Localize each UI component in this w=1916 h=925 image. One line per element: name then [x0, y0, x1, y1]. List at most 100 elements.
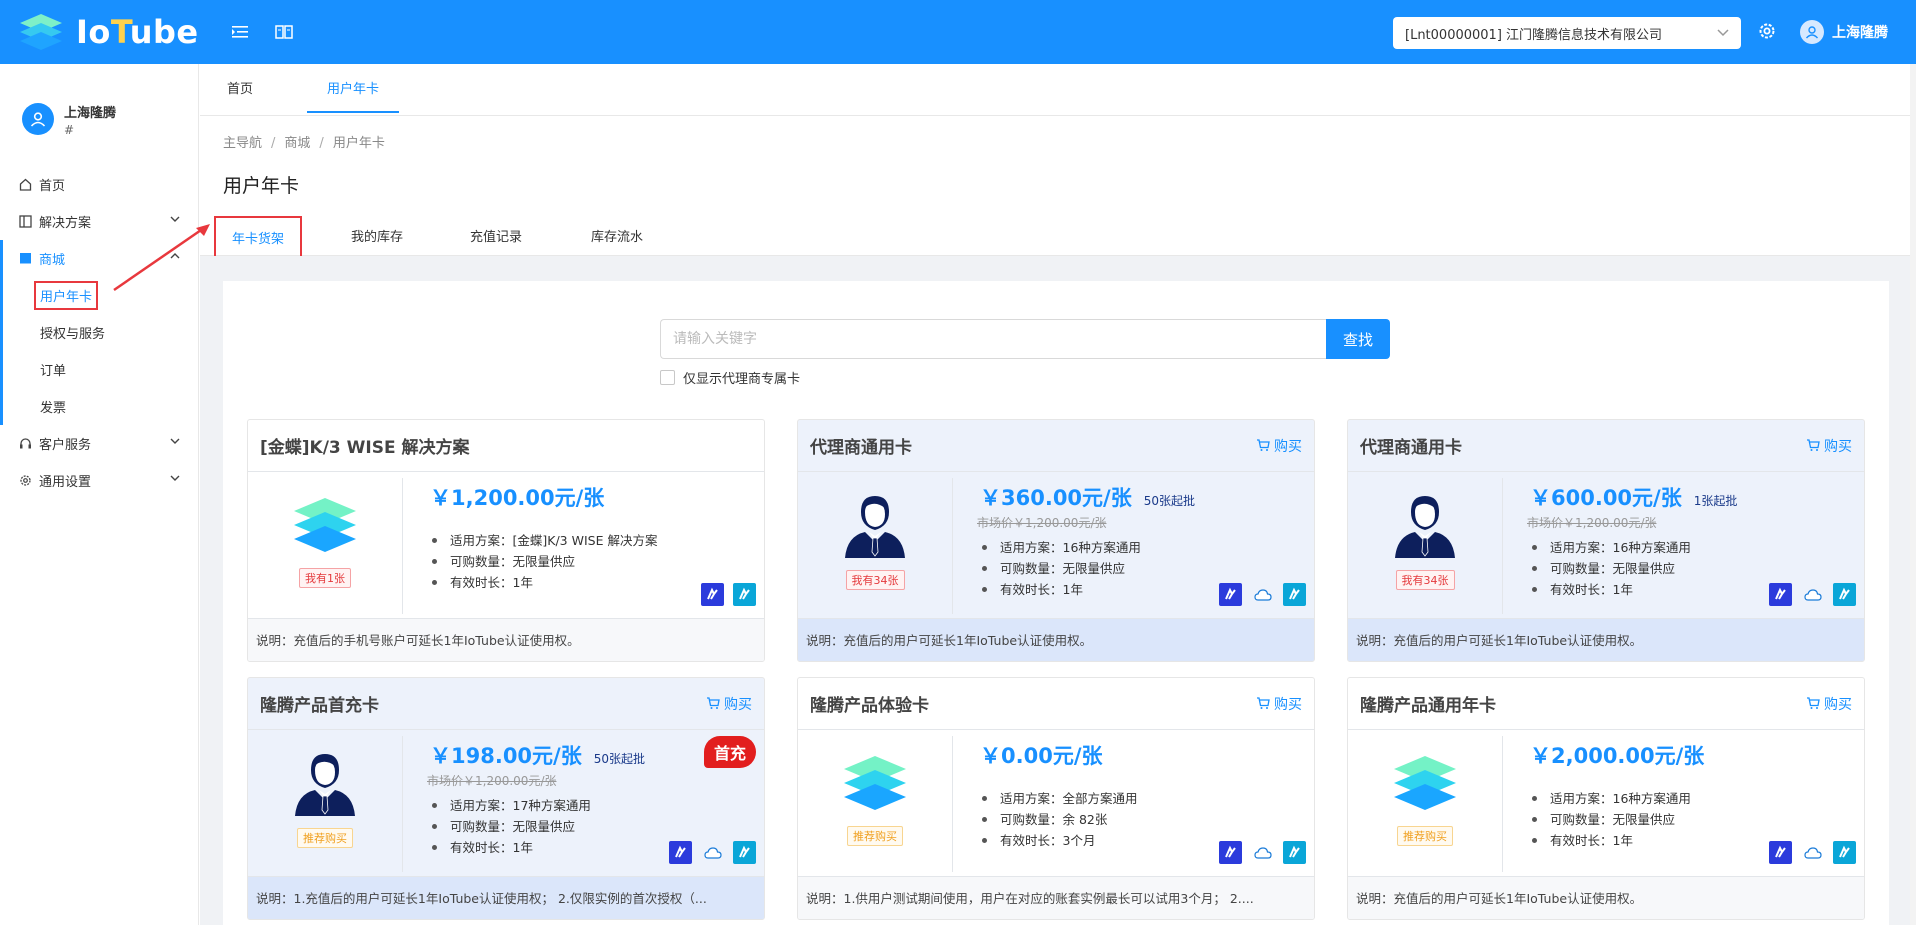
card-body: 我有34张 ￥600.00元/张 1张起批 市场价￥1,200.00元/张 适用方案：1… [1348, 472, 1864, 618]
card-image: 推荐购买 [248, 736, 403, 872]
card-image: 我有1张 [248, 478, 403, 614]
feature-item: 适用方案：[金蝶]K/3 WISE 解决方案 [430, 530, 657, 551]
user-name: 上海隆腾 [1832, 25, 1888, 41]
stock-badge: 我有1张 [299, 568, 351, 588]
stock-badge: 我有34张 [845, 570, 905, 590]
app-logo-icon [1769, 583, 1792, 606]
cloud-icon [701, 841, 724, 864]
chevron-down-icon [170, 475, 180, 481]
buy-button[interactable]: 购买 [706, 694, 752, 714]
agent-person-icon [845, 496, 905, 558]
tool-logo-icon [1833, 841, 1856, 864]
checkbox-icon[interactable] [660, 370, 675, 385]
feature-item: 可购数量：无限量供应 [1530, 558, 1737, 579]
market-price: 市场价￥1,200.00元/张 [977, 516, 1107, 530]
breadcrumb-item[interactable]: 主导航 [223, 136, 262, 151]
min-order: 1张起批 [1693, 494, 1738, 508]
buy-button[interactable]: 购买 [1256, 436, 1302, 456]
tab-shelf[interactable]: 年卡货架 [214, 216, 303, 259]
home-icon [18, 178, 32, 192]
search-input[interactable] [660, 319, 1326, 359]
card-title: 隆腾产品首充卡 [260, 696, 379, 716]
cloud-icon [1251, 583, 1274, 606]
card-header: [金蝶]K/3 WISE 解决方案 [248, 420, 764, 472]
supported-apps [1210, 841, 1306, 864]
supported-apps [1210, 583, 1306, 606]
card-info: ￥1,200.00元/张 适用方案：[金蝶]K/3 WISE 解决方案 可购数量：无… [430, 482, 657, 593]
company-select[interactable]: [Lnt00000001] 江门隆腾信息技术有限公司 [1393, 17, 1741, 49]
top-tab-annual-card[interactable]: 用户年卡 [307, 67, 400, 113]
scrollbar[interactable] [1910, 64, 1916, 925]
card-image: 推荐购买 [1348, 736, 1503, 872]
card-body: 我有34张 ￥360.00元/张 50张起批市场价￥1,200.00元/张适用方案：… [798, 472, 1314, 618]
supported-apps [660, 841, 756, 864]
top-tab-home[interactable]: 首页 [227, 64, 253, 116]
card-image: 我有34张 [1348, 478, 1503, 614]
card-info: ￥360.00元/张 50张起批市场价￥1,200.00元/张适用方案：16种方案… [977, 482, 1195, 600]
buy-button[interactable]: 购买 [1806, 694, 1852, 714]
book-icon[interactable] [272, 20, 296, 44]
sidebar-subitem-license[interactable]: 授权与服务 [3, 314, 198, 351]
avatar-icon [1800, 20, 1824, 44]
buy-button[interactable]: 购买 [1256, 694, 1302, 714]
breadcrumb-item[interactable]: 商城 [284, 136, 310, 151]
feature-item: 适用方案：17种方案通用 [430, 795, 645, 816]
card-header: 隆腾产品通用年卡 购买 [1348, 678, 1864, 730]
sidebar-item-settings[interactable]: 通用设置 [0, 462, 198, 499]
product-card: 代理商通用卡 购买我有34张 ￥600.00元/张 1张起批 市场价￥1,200.00元… [1347, 419, 1865, 662]
user-menu[interactable]: 上海隆腾 [1800, 20, 1888, 44]
tool-logo-icon [1283, 583, 1306, 606]
tool-logo-icon [1833, 583, 1856, 606]
feature-item: 可购数量：无限量供应 [430, 816, 645, 837]
app-logo-icon [1769, 841, 1792, 864]
first-charge-ribbon: 首充 [703, 736, 756, 768]
top-tabs: 首页 用户年卡 [200, 64, 1910, 116]
card-stack-icon [1394, 756, 1456, 810]
product-card: [金蝶]K/3 WISE 解决方案我有1张 ￥1,200.00元/张适用方案：[金… [247, 419, 765, 662]
stock-badge: 我有34张 [1395, 570, 1455, 590]
card-note: 说明：充值后的手机号账户可延长1年IoTube认证使用权。 [248, 618, 764, 661]
sidebar-user-name: 上海隆腾 [64, 105, 117, 121]
card-title: 代理商通用卡 [1360, 438, 1462, 458]
card-body: 推荐购买 ￥2,000.00元/张 适用方案：16种方案通用 可购数量：无限量供应 有效… [1348, 730, 1864, 876]
tab-recharge-records[interactable]: 充值记录 [470, 226, 522, 245]
buy-button[interactable]: 购买 [1806, 436, 1852, 456]
card-title: [金蝶]K/3 WISE 解决方案 [260, 438, 470, 458]
sidebar-item-customer-service[interactable]: 客户服务 [0, 425, 198, 462]
tool-logo-icon [1283, 841, 1306, 864]
tool-logo-icon [733, 583, 756, 606]
price: ￥1,200.00元/张 [430, 486, 605, 510]
cloud-icon [1251, 841, 1274, 864]
search-button[interactable]: 查找 [1326, 319, 1390, 359]
card-title: 隆腾产品体验卡 [810, 696, 929, 716]
chevron-down-icon [170, 438, 180, 444]
menu-collapse-icon[interactable] [228, 20, 252, 44]
app-logo-icon [669, 841, 692, 864]
settings-gear-icon[interactable] [1757, 21, 1777, 45]
price: ￥2,000.00元/张 [1530, 744, 1705, 768]
sidebar-subitem-invoice[interactable]: 发票 [3, 388, 198, 425]
feature-item: 有效时长：1年 [1530, 579, 1737, 600]
sidebar-subitem-order[interactable]: 订单 [3, 351, 198, 388]
tab-stock-flow[interactable]: 库存流水 [591, 226, 643, 245]
card-image: 推荐购买 [798, 736, 953, 872]
card-header: 代理商通用卡 购买 [1348, 420, 1864, 472]
logo[interactable]: IoTube [18, 12, 208, 52]
card-info: ￥600.00元/张 1张起批 市场价￥1,200.00元/张 适用方案：16种方案通… [1527, 482, 1738, 600]
card-body: 推荐购买 ￥0.00元/张 适用方案：全部方案通用 可购数量：余 82张 有效时长：3个… [798, 730, 1314, 876]
sidebar-item-home[interactable]: 首页 [0, 166, 198, 203]
agent-person-icon [295, 754, 355, 816]
card-title: 隆腾产品通用年卡 [1360, 696, 1496, 716]
card-header: 隆腾产品首充卡 购买 [248, 678, 764, 730]
feature-item: 可购数量：无限量供应 [1530, 809, 1704, 830]
card-info: ￥198.00元/张 50张起批 市场价￥1,200.00元/张 适用方案：17种方案… [427, 740, 645, 858]
card-note: 说明：充值后的用户可延长1年IoTube认证使用权。 [1348, 876, 1864, 919]
agent-only-checkbox[interactable]: 仅显示代理商专属卡 [660, 368, 800, 387]
tab-inventory[interactable]: 我的库存 [351, 226, 403, 245]
card-stack-icon [294, 498, 356, 552]
cloud-icon [1801, 841, 1824, 864]
sidebar-user-sub: # [64, 122, 75, 137]
feature-item: 适用方案：16种方案通用 [980, 537, 1195, 558]
chevron-down-icon [1717, 29, 1729, 37]
price: ￥360.00元/张 50张起批 [980, 486, 1195, 510]
